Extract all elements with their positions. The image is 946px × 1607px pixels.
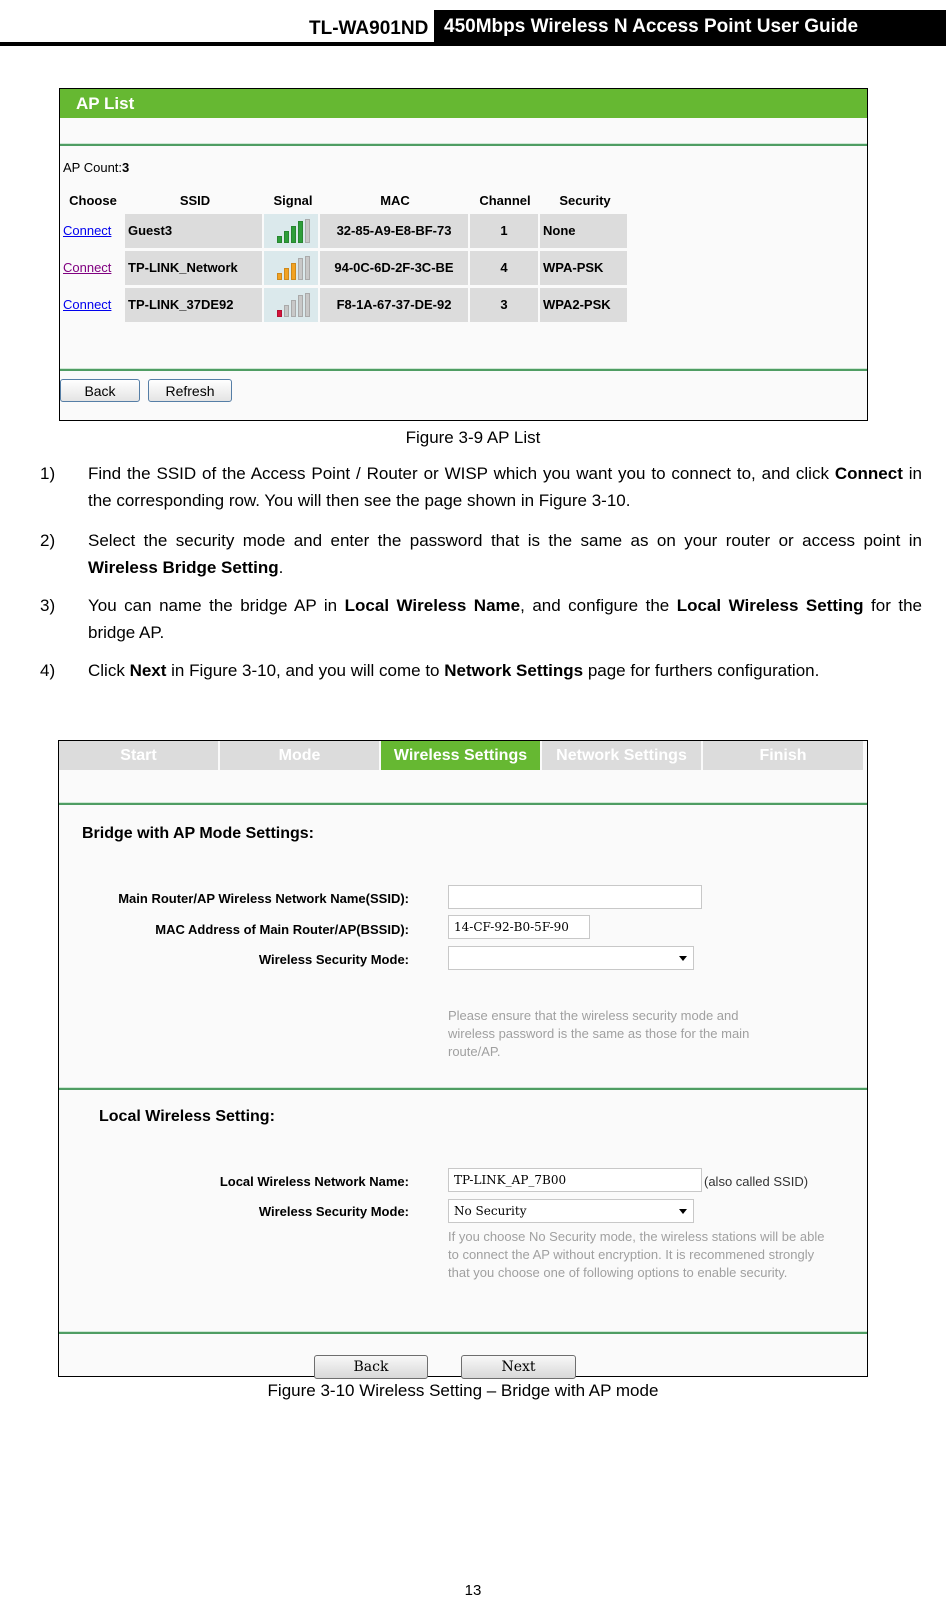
divider — [59, 802, 867, 805]
col-header-choose: Choose — [69, 193, 117, 208]
local-security-label: Wireless Security Mode: — [258, 1204, 409, 1219]
list-number: 4) — [40, 661, 56, 680]
page-number: 13 — [464, 1582, 482, 1599]
wizard-step-mode: Mode — [220, 741, 379, 770]
list-number: 3) — [40, 596, 56, 615]
signal-bar — [277, 310, 282, 317]
ap-count: AP Count:3 — [63, 160, 129, 175]
bridge-security-label: Wireless Security Mode: — [258, 952, 409, 967]
col-header-mac: MAC — [380, 193, 410, 208]
ssid-label: Main Router/AP Wireless Network Name(SSI… — [118, 891, 409, 906]
col-header-ssid: SSID — [179, 193, 211, 208]
signal-bar — [298, 258, 303, 280]
list-number: 1) — [40, 464, 56, 483]
wizard-step-finish: Finish — [703, 741, 863, 770]
signal-bar — [291, 263, 296, 280]
cell-security: None — [540, 214, 627, 248]
signal-bar — [298, 221, 303, 243]
local-section-title: Local Wireless Setting: — [99, 1108, 275, 1125]
cell-ssid: Guest3 — [125, 214, 262, 248]
list-text: You can name the bridge AP in Local Wire… — [88, 596, 922, 642]
figure-caption: Figure 3-9 AP List — [405, 428, 541, 447]
list-text: Find the SSID of the Access Point / Rout… — [88, 464, 922, 510]
signal-bar — [305, 219, 310, 243]
connect-link[interactable]: Connect — [60, 288, 123, 322]
connect-link[interactable]: Connect — [60, 251, 123, 285]
ap-count-value: 3 — [122, 160, 130, 175]
cell-ssid: TP-LINK_Network — [125, 251, 262, 285]
bridge-security-select[interactable] — [448, 946, 694, 970]
list-number: 2) — [40, 531, 56, 550]
connect-link[interactable]: Connect — [60, 214, 123, 248]
signal-bar — [284, 305, 289, 317]
figure-caption: Figure 3-10 Wireless Setting – Bridge wi… — [267, 1381, 659, 1400]
signal-bar — [291, 300, 296, 317]
product-model: TL-WA901ND — [309, 18, 429, 39]
next-button[interactable]: Next — [461, 1355, 576, 1379]
local-security-select[interactable]: No Security — [448, 1199, 694, 1223]
ssid-hint: (also called SSID) — [704, 1174, 809, 1189]
signal-bar — [305, 293, 310, 317]
cell-mac: 94-0C-6D-2F-3C-BE — [320, 251, 468, 285]
wizard-step-wireless-settings: Wireless Settings — [381, 741, 540, 770]
col-header-security: Security — [559, 193, 611, 208]
page-header: TL-WA901ND 450Mbps Wireless N Access Poi… — [0, 0, 946, 46]
back-button[interactable]: Back — [314, 1355, 428, 1379]
signal-bar — [277, 273, 282, 280]
signal-bar — [277, 236, 282, 243]
back-button[interactable]: Back — [60, 379, 140, 402]
signal-strength-icon — [264, 251, 318, 285]
local-security-note: If you choose No Security mode, the wire… — [448, 1229, 825, 1280]
bssid-input[interactable]: 14-CF-92-B0-5F-90 — [448, 915, 590, 939]
list-text: Select the security mode and enter the p… — [88, 531, 922, 577]
local-ssid-input[interactable]: TP-LINK_AP_7B00 — [448, 1168, 702, 1192]
signal-bar — [305, 256, 310, 280]
col-header-signal: Signal — [273, 193, 313, 208]
wizard-step-network-settings: Network Settings — [542, 741, 701, 770]
refresh-button[interactable]: Refresh — [148, 379, 232, 402]
chevron-down-icon — [679, 1209, 687, 1214]
bridge-section-title: Bridge with AP Mode Settings: — [82, 825, 315, 842]
cell-mac: F8-1A-67-37-DE-92 — [320, 288, 468, 322]
ap-list-screenshot: AP List AP Count:3 Choose SSID Signal MA… — [59, 88, 868, 421]
local-name-label: Local Wireless Network Name: — [219, 1174, 409, 1189]
header-rule — [0, 42, 946, 46]
main-ssid-input[interactable] — [448, 885, 702, 909]
ap-count-label: AP Count: — [63, 160, 123, 175]
cell-security: WPA2-PSK — [540, 288, 627, 322]
guide-title: 450Mbps Wireless N Access Point User Gui… — [434, 10, 946, 43]
chevron-down-icon — [679, 956, 687, 961]
divider — [60, 143, 867, 146]
divider — [59, 1331, 867, 1334]
cell-ssid: TP-LINK_37DE92 — [125, 288, 262, 322]
signal-bar — [284, 231, 289, 243]
col-header-channel: Channel — [479, 193, 531, 208]
list-text: Click Next in Figure 3-10, and you will … — [88, 661, 820, 680]
signal-bar — [298, 295, 303, 317]
divider — [60, 368, 867, 371]
wizard-step-start: Start — [59, 741, 218, 770]
ap-list-title: AP List — [60, 89, 867, 118]
bridge-security-note: Please ensure that the wireless security… — [448, 1008, 750, 1059]
signal-bar — [284, 268, 289, 280]
bssid-label: MAC Address of Main Router/AP(BSSID): — [155, 922, 409, 937]
wizard-steps: Start Mode Wireless Settings Network Settin… — [59, 741, 867, 772]
wireless-settings-screenshot: Start Mode Wireless Settings Network Settin… — [58, 740, 868, 1379]
cell-mac: 32-85-A9-E8-BF-73 — [320, 214, 468, 248]
divider — [59, 1087, 867, 1090]
cell-channel: 4 — [470, 251, 538, 285]
signal-strength-icon — [264, 214, 318, 248]
cell-security: WPA-PSK — [540, 251, 627, 285]
signal-strength-icon — [264, 288, 318, 322]
signal-bar — [291, 226, 296, 243]
local-security-value: No Security — [454, 1204, 527, 1218]
cell-channel: 1 — [470, 214, 538, 248]
cell-channel: 3 — [470, 288, 538, 322]
